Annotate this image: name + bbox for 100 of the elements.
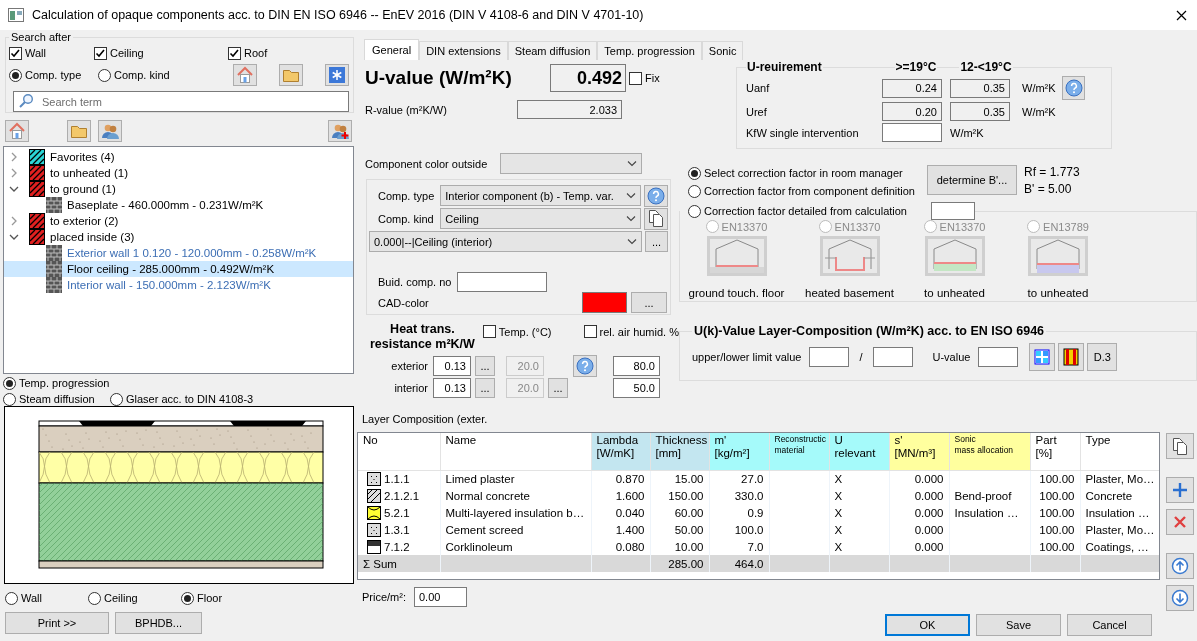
delete-button[interactable] bbox=[1166, 509, 1194, 535]
humidity-field[interactable]: 50.0 bbox=[613, 378, 660, 398]
folder-button[interactable] bbox=[67, 120, 91, 142]
column-header[interactable]: Type bbox=[1080, 433, 1159, 470]
radio-button[interactable] bbox=[9, 68, 22, 82]
requirement-field[interactable]: 0.35 bbox=[950, 102, 1010, 121]
more-button[interactable]: ... bbox=[475, 356, 495, 376]
grid-button[interactable] bbox=[1029, 343, 1056, 371]
column-header[interactable]: Lambda [W/mK] bbox=[591, 433, 650, 470]
checkbox-label[interactable]: Fix bbox=[645, 72, 660, 84]
tab[interactable]: DIN extensions bbox=[419, 41, 508, 60]
checkbox[interactable] bbox=[94, 46, 107, 60]
resistance-field[interactable]: 0.13 bbox=[433, 356, 471, 376]
column-header[interactable]: m' [kg/m²] bbox=[709, 433, 769, 470]
copy-button[interactable] bbox=[644, 207, 668, 230]
radio-label[interactable]: Comp. type bbox=[25, 69, 82, 81]
checkbox[interactable] bbox=[228, 46, 241, 60]
requirement-field[interactable]: 0.20 bbox=[882, 102, 942, 121]
dialog-button[interactable]: Cancel bbox=[1067, 614, 1152, 636]
tree-item[interactable]: Exterior wall 1 0.120 - 120.000mm - 0.258W/m²K bbox=[4, 245, 353, 261]
column-header[interactable]: Part [%] bbox=[1030, 433, 1080, 470]
more-button[interactable]: ... bbox=[631, 292, 667, 313]
copy-button[interactable] bbox=[1166, 433, 1194, 459]
factor-field[interactable] bbox=[931, 202, 975, 220]
u-value-field[interactable]: 0.492 bbox=[550, 64, 626, 92]
search-field[interactable]: Search term bbox=[13, 91, 349, 112]
checkbox[interactable] bbox=[583, 325, 597, 338]
tab[interactable]: Temp. progression bbox=[597, 41, 702, 60]
tree-item[interactable]: to exterior (2) bbox=[4, 213, 353, 229]
radio-button[interactable] bbox=[3, 376, 16, 390]
move-up-button[interactable] bbox=[1166, 553, 1194, 579]
requirement-field[interactable]: 0.24 bbox=[882, 78, 942, 98]
lower-limit-field[interactable] bbox=[872, 347, 913, 367]
tab[interactable]: Sonic bbox=[701, 41, 744, 60]
radio-button[interactable] bbox=[110, 392, 123, 406]
layers-button[interactable] bbox=[1058, 343, 1085, 371]
color-dropdown[interactable] bbox=[500, 153, 642, 174]
tree-item[interactable]: Interior wall - 150.000mm - 2.123W/m²K bbox=[4, 277, 353, 293]
checkbox-label[interactable]: Wall bbox=[25, 47, 46, 59]
column-header[interactable]: Reconstructic material bbox=[769, 433, 829, 470]
color-swatch[interactable] bbox=[582, 292, 627, 313]
kfw-field[interactable] bbox=[882, 123, 942, 142]
move-down-button[interactable] bbox=[1166, 585, 1194, 611]
tab[interactable]: Steam diffusion bbox=[507, 41, 598, 60]
column-header[interactable]: U relevant bbox=[829, 433, 889, 470]
radio-label[interactable]: Correction factor from component definition bbox=[704, 185, 915, 197]
column-header[interactable]: No bbox=[358, 433, 440, 470]
column-header[interactable]: s' [MN/m³] bbox=[889, 433, 949, 470]
column-header[interactable]: Thickness [mm] bbox=[650, 433, 709, 470]
radio-label[interactable]: Steam diffusion bbox=[19, 393, 95, 405]
add-button[interactable] bbox=[1166, 477, 1194, 503]
radio-button[interactable] bbox=[181, 591, 194, 605]
dialog-button[interactable]: OK bbox=[885, 614, 970, 636]
more-button[interactable]: ... bbox=[548, 378, 568, 398]
kind-dropdown[interactable]: Ceiling bbox=[440, 208, 641, 229]
u-value-limit-field[interactable] bbox=[978, 347, 1019, 367]
radio-label[interactable]: Temp. progression bbox=[19, 377, 110, 389]
radio-label[interactable]: Glaser acc. to DIN 4108-3 bbox=[126, 393, 254, 405]
price-field[interactable]: 0.00 bbox=[414, 587, 467, 607]
snowflake-button[interactable] bbox=[325, 64, 349, 86]
radio-label[interactable]: Select correction factor in room manager bbox=[704, 167, 903, 179]
checkbox-label[interactable]: Roof bbox=[244, 47, 268, 59]
reference-dropdown[interactable]: 0.000|--|Ceiling (interior) bbox=[369, 231, 643, 252]
checkbox-label[interactable]: rel. air humid. % bbox=[599, 325, 679, 338]
radio-label[interactable]: Correction factor detailed from calculation bbox=[704, 205, 907, 217]
more-button[interactable]: ... bbox=[645, 231, 668, 252]
humidity-field[interactable]: 80.0 bbox=[613, 356, 660, 376]
type-dropdown[interactable]: Interior component (b) - Temp. var. bbox=[440, 185, 641, 206]
radio-button[interactable] bbox=[688, 166, 701, 180]
help-button[interactable] bbox=[644, 184, 668, 207]
tree-item[interactable]: Floor ceiling - 285.000mm - 0.492W/m²K bbox=[4, 261, 353, 277]
checkbox[interactable] bbox=[629, 71, 642, 85]
requirement-field[interactable]: 0.35 bbox=[950, 78, 1010, 98]
help-button[interactable] bbox=[573, 355, 597, 377]
add-people-button[interactable] bbox=[328, 120, 352, 142]
column-header[interactable]: Name bbox=[440, 433, 591, 470]
component-number-field[interactable] bbox=[457, 272, 547, 292]
determine-button[interactable]: determine B'... bbox=[927, 165, 1017, 195]
folder-button[interactable] bbox=[279, 64, 303, 86]
tree-item[interactable]: placed inside (3) bbox=[4, 229, 353, 245]
print-button[interactable]: BPHDB... bbox=[115, 612, 202, 634]
radio-button[interactable] bbox=[688, 204, 701, 218]
checkbox[interactable] bbox=[482, 325, 496, 338]
radio-button[interactable] bbox=[88, 591, 101, 605]
r-value-field[interactable]: 2.033 bbox=[517, 100, 622, 119]
tree-item[interactable]: to ground (1) bbox=[4, 181, 353, 197]
radio-label[interactable]: Comp. kind bbox=[114, 69, 170, 81]
dialog-button[interactable]: Save bbox=[976, 614, 1061, 636]
checkbox-label[interactable]: Temp. (°C) bbox=[498, 325, 552, 338]
tree-item[interactable]: Baseplate - 460.000mm - 0.231W/m²K bbox=[4, 197, 353, 213]
print-button[interactable]: Print >> bbox=[5, 612, 109, 634]
resistance-field[interactable]: 0.13 bbox=[433, 378, 471, 398]
tree-item[interactable]: Favorites (4) bbox=[4, 149, 353, 165]
radio-button[interactable] bbox=[5, 591, 18, 605]
more-button[interactable]: ... bbox=[475, 378, 495, 398]
radio-button[interactable] bbox=[98, 68, 111, 82]
radio-label[interactable]: Floor bbox=[197, 592, 223, 604]
d3-button[interactable]: D.3 bbox=[1087, 343, 1118, 371]
radio-label[interactable]: Wall bbox=[21, 592, 42, 604]
tree-item[interactable]: to unheated (1) bbox=[4, 165, 353, 181]
